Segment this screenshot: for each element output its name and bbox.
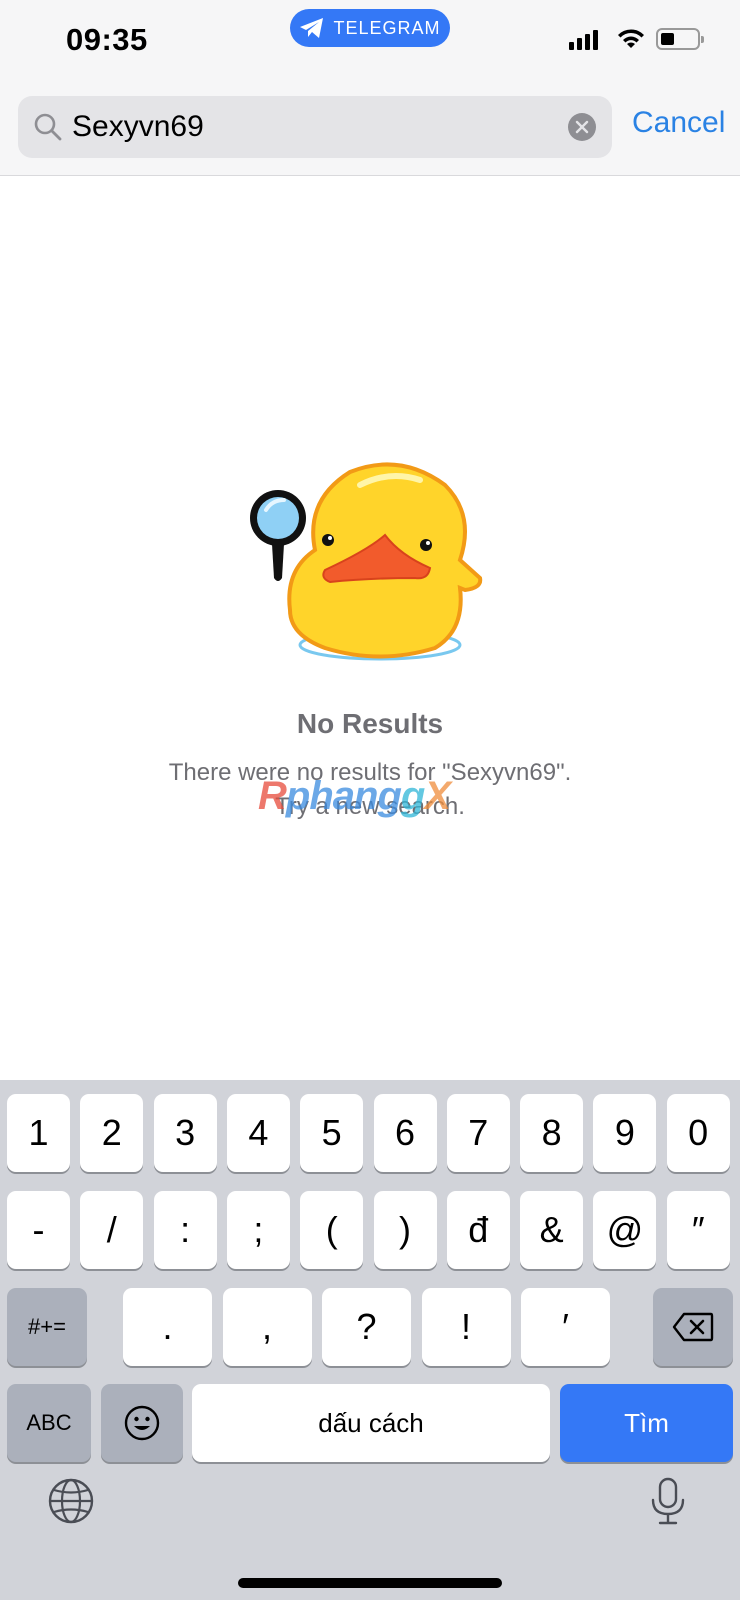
punctuation-key[interactable]: . [123, 1288, 212, 1366]
symbol-key[interactable]: ( [300, 1191, 364, 1269]
punctuation-key[interactable]: ! [421, 1288, 511, 1366]
emoji-icon [124, 1405, 160, 1441]
backspace-icon [672, 1312, 714, 1342]
close-icon [575, 120, 589, 134]
microphone-icon[interactable] [643, 1476, 693, 1526]
digit-key[interactable]: 0 [666, 1094, 730, 1172]
telegram-return-pill[interactable]: TELEGRAM [290, 9, 450, 47]
cancel-button[interactable]: Cancel [632, 106, 725, 140]
no-results-title: No Results [296, 708, 444, 739]
search-header: Sexyvn69 Cancel [0, 86, 740, 176]
abc-toggle-key[interactable]: ABC [7, 1384, 91, 1462]
symbol-key[interactable]: & [520, 1191, 584, 1269]
symbol-key[interactable]: / [80, 1191, 144, 1269]
symbol-key[interactable]: đ [446, 1191, 510, 1269]
space-key[interactable]: dấu cách [192, 1384, 550, 1462]
symbol-key[interactable]: @ [593, 1191, 657, 1269]
symbols-toggle-key[interactable]: #+= [7, 1288, 87, 1366]
cellular-signal-icon [569, 28, 606, 50]
punctuation-key[interactable]: ? [322, 1288, 411, 1366]
digit-key[interactable]: 9 [593, 1094, 657, 1172]
clear-search-button[interactable] [568, 113, 596, 141]
symbol-key[interactable]: ″ [666, 1191, 730, 1269]
wifi-icon [618, 29, 644, 48]
no-results-line-1: There were no results for "Sexyvn69". [168, 759, 572, 786]
digit-key[interactable]: 3 [153, 1094, 217, 1172]
symbol-key[interactable]: : [153, 1191, 217, 1269]
symbol-key[interactable]: ; [226, 1191, 290, 1269]
symbol-key[interactable]: - [7, 1191, 70, 1269]
duck-magnifier-sticker [250, 462, 483, 661]
search-return-key[interactable]: Tìm [560, 1384, 733, 1462]
status-icons [569, 28, 704, 50]
no-results-message: There were no results for "Sexyvn69". Tr… [0, 756, 740, 824]
search-query-text[interactable]: Sexyvn69 [72, 110, 568, 144]
digit-key[interactable]: 5 [300, 1094, 364, 1172]
digit-key[interactable]: 2 [80, 1094, 144, 1172]
status-time: 09:35 [66, 22, 148, 57]
digit-key[interactable]: 1 [7, 1094, 70, 1172]
no-results-line-2: Try a new search. [275, 793, 465, 820]
home-indicator[interactable] [238, 1578, 502, 1588]
telegram-pill-label: TELEGRAM [333, 17, 441, 38]
telegram-plane-icon [300, 18, 324, 38]
keyboard: #+= ABC dấu cách Tìm 1 2 3 4 5 6 7 8 9 0 - /:;() đ & @… [0, 1080, 740, 1600]
status-bar: 09:35 TELEGRAM [0, 0, 740, 86]
emoji-key[interactable] [101, 1384, 183, 1462]
digit-key[interactable]: 4 [226, 1094, 290, 1172]
punctuation-key[interactable]: , [222, 1288, 312, 1366]
digit-key[interactable]: 8 [520, 1094, 584, 1172]
backspace-key[interactable] [653, 1288, 733, 1366]
search-icon [34, 113, 62, 141]
digit-key[interactable]: 7 [446, 1094, 510, 1172]
digit-key[interactable]: 6 [373, 1094, 437, 1172]
battery-icon [656, 28, 704, 50]
symbol-key[interactable]: ) [373, 1191, 437, 1269]
globe-icon[interactable] [46, 1476, 96, 1526]
punctuation-key[interactable]: ′ [521, 1288, 610, 1366]
search-input[interactable]: Sexyvn69 [18, 96, 612, 158]
